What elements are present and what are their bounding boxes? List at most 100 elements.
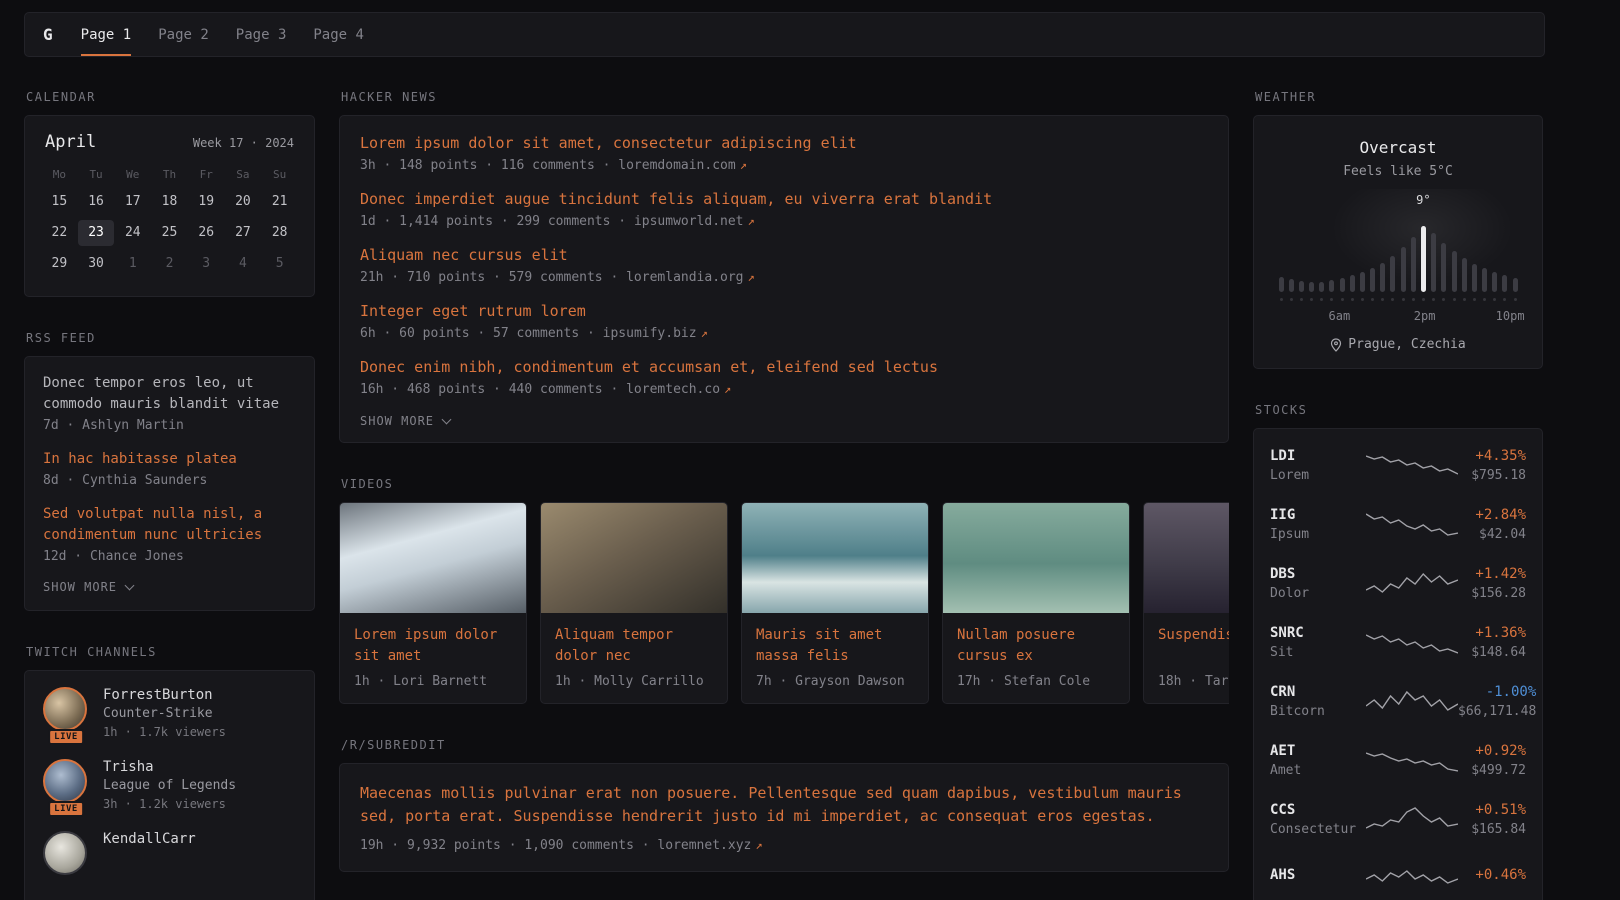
stock-row[interactable]: SNRC Sit +1.36% $148.64 bbox=[1270, 613, 1526, 672]
video-card[interactable]: Suspendisse diam 18h · Tara bbox=[1143, 502, 1229, 704]
hackernews-item-domain[interactable]: loremtech.co bbox=[626, 382, 720, 397]
rss-show-more-label: SHOW MORE bbox=[43, 580, 117, 594]
weather-bar bbox=[1411, 237, 1416, 292]
hackernews-item-domain[interactable]: ipsumify.biz bbox=[603, 326, 697, 341]
video-thumbnail[interactable] bbox=[541, 503, 727, 613]
calendar-dow-label: We bbox=[114, 168, 151, 181]
calendar-day: 29 bbox=[41, 251, 78, 277]
video-card[interactable]: Nullam posuere cursus ex 17h · Stefan Co… bbox=[942, 502, 1130, 704]
video-card[interactable]: Aliquam tempor dolor nec pharetra… 1h · … bbox=[540, 502, 728, 704]
video-card[interactable]: Lorem ipsum dolor sit amet consectetu… 1… bbox=[339, 502, 527, 704]
rss-card: Donec tempor eros leo, ut commodo mauris… bbox=[24, 356, 315, 611]
stock-ticker[interactable]: SNRC bbox=[1270, 625, 1366, 641]
weather-bar-column bbox=[1368, 217, 1378, 301]
hackernews-item-domain[interactable]: ipsumworld.net bbox=[634, 214, 744, 229]
video-card-body: Lorem ipsum dolor sit amet consectetu… 1… bbox=[340, 613, 526, 703]
twitch-channel-name[interactable]: KendallCarr bbox=[103, 831, 196, 847]
rss-show-more-button[interactable]: SHOW MORE bbox=[43, 580, 296, 594]
weather-bar bbox=[1370, 268, 1375, 292]
section-title-videos: VIDEOS bbox=[341, 477, 1229, 491]
weather-time-axis: 6am 2pm 10pm bbox=[1270, 309, 1526, 325]
stock-sparkline bbox=[1366, 627, 1458, 659]
stock-change: +1.42% bbox=[1458, 566, 1526, 582]
twitch-channel[interactable]: LIVE Trisha League of Legends 3h · 1.2k … bbox=[43, 759, 296, 811]
rss-item-title[interactable]: Sed volutpat nulla nisl, a condimentum n… bbox=[43, 504, 296, 546]
twitch-avatar-wrap: LIVE bbox=[43, 687, 89, 739]
video-thumbnail[interactable] bbox=[943, 503, 1129, 613]
stock-row[interactable]: CCS Consectetur +0.51% $165.84 bbox=[1270, 790, 1526, 849]
weather-bar-column bbox=[1307, 217, 1317, 301]
stock-sparkline bbox=[1366, 509, 1458, 541]
stock-identity: AET Amet bbox=[1270, 743, 1366, 778]
stock-values: +1.36% $148.64 bbox=[1458, 625, 1526, 660]
video-thumbnail[interactable] bbox=[742, 503, 928, 613]
stock-name: Ipsum bbox=[1270, 527, 1366, 542]
video-card[interactable]: Mauris sit amet massa felis 7h · Grayson… bbox=[741, 502, 929, 704]
weather-bar-dot bbox=[1290, 298, 1293, 301]
hackernews-item-title[interactable]: Aliquam nec cursus elit bbox=[360, 246, 1208, 264]
calendar-day: 19 bbox=[188, 189, 225, 215]
hackernews-item-domain[interactable]: loremlandia.org bbox=[626, 270, 743, 285]
stock-row[interactable]: CRN Bitcorn -1.00% $66,171.48 bbox=[1270, 672, 1526, 731]
hackernews-item-title[interactable]: Integer eget rutrum lorem bbox=[360, 302, 1208, 320]
stock-row[interactable]: LDI Lorem +4.35% $795.18 bbox=[1270, 436, 1526, 495]
external-link-icon: ↗ bbox=[701, 326, 708, 340]
subreddit-post-title[interactable]: Maecenas mollis pulvinar erat non posuer… bbox=[360, 782, 1208, 829]
hackernews-item-title[interactable]: Lorem ipsum dolor sit amet, consectetur … bbox=[360, 134, 1208, 152]
video-meta: 1h · Lori Barnett bbox=[354, 674, 512, 689]
stock-ticker[interactable]: AHS bbox=[1270, 867, 1366, 883]
rss-item-title[interactable]: Donec tempor eros leo, ut commodo mauris… bbox=[43, 373, 296, 415]
twitch-channel[interactable]: LIVE ForrestBurton Counter-Strike 1h · 1… bbox=[43, 687, 296, 739]
page-tab[interactable]: Page 4 bbox=[313, 13, 364, 56]
video-thumbnail[interactable] bbox=[340, 503, 526, 613]
stock-ticker[interactable]: DBS bbox=[1270, 566, 1366, 582]
twitch-channel-name[interactable]: ForrestBurton bbox=[103, 687, 226, 703]
calendar-day: 24 bbox=[114, 220, 151, 246]
right-column: WEATHER Overcast Feels like 5°C 9° bbox=[1253, 90, 1543, 900]
video-title[interactable]: Mauris sit amet massa felis bbox=[756, 625, 914, 667]
weather-bar-dot bbox=[1300, 298, 1303, 301]
video-card-body: Suspendisse diam 18h · Tara bbox=[1144, 613, 1229, 703]
hackernews-item-title[interactable]: Donec imperdiet augue tincidunt felis al… bbox=[360, 190, 1208, 208]
stock-row[interactable]: IIG Ipsum +2.84% $42.04 bbox=[1270, 495, 1526, 554]
stock-ticker[interactable]: CRN bbox=[1270, 684, 1366, 700]
topbar: G Page 1 Page 2 Page 3 Page 4 bbox=[24, 12, 1545, 57]
stock-ticker[interactable]: AET bbox=[1270, 743, 1366, 759]
weather-bar bbox=[1319, 282, 1324, 293]
calendar-day: 2 bbox=[151, 251, 188, 277]
video-card-body: Aliquam tempor dolor nec pharetra… 1h · … bbox=[541, 613, 727, 703]
hackernews-items: Lorem ipsum dolor sit amet, consectetur … bbox=[360, 134, 1208, 397]
section-title-subreddit: /R/SUBREDDIT bbox=[341, 738, 1229, 752]
stock-ticker[interactable]: IIG bbox=[1270, 507, 1366, 523]
stock-row[interactable]: DBS Dolor +1.42% $156.28 bbox=[1270, 554, 1526, 613]
page-tab[interactable]: Page 1 bbox=[81, 13, 132, 56]
weather-bar bbox=[1492, 272, 1497, 292]
stock-row[interactable]: AHS +0.46% bbox=[1270, 849, 1526, 900]
hackernews-item-meta: 16h · 468 points · 440 comments · loremt… bbox=[360, 382, 1208, 397]
page-tab[interactable]: Page 3 bbox=[236, 13, 287, 56]
rss-item-title[interactable]: In hac habitasse platea bbox=[43, 449, 296, 470]
page-tab[interactable]: Page 2 bbox=[158, 13, 209, 56]
app-logo[interactable]: G bbox=[43, 13, 81, 56]
stock-row[interactable]: AET Amet +0.92% $499.72 bbox=[1270, 731, 1526, 790]
video-thumbnail[interactable] bbox=[1144, 503, 1229, 613]
avatar bbox=[43, 831, 87, 875]
video-title[interactable]: Lorem ipsum dolor sit amet consectetu… bbox=[354, 625, 512, 667]
twitch-channel[interactable]: KendallCarr bbox=[43, 831, 296, 875]
stock-ticker[interactable]: CCS bbox=[1270, 802, 1366, 818]
dashboard-page: G Page 1 Page 2 Page 3 Page 4 CALENDAR A… bbox=[0, 0, 1620, 900]
weather-location-row: Prague, Czechia bbox=[1270, 337, 1526, 352]
subreddit-post-domain[interactable]: loremnet.xyz bbox=[657, 838, 751, 853]
video-title[interactable]: Nullam posuere cursus ex bbox=[957, 625, 1115, 667]
video-title[interactable]: Suspendisse diam bbox=[1158, 625, 1229, 667]
weather-bar-column bbox=[1449, 217, 1459, 301]
stock-ticker[interactable]: LDI bbox=[1270, 448, 1366, 464]
twitch-channel-name[interactable]: Trisha bbox=[103, 759, 236, 775]
middle-column: HACKER NEWS Lorem ipsum dolor sit amet, … bbox=[339, 90, 1229, 900]
section-title-weather: WEATHER bbox=[1255, 90, 1543, 104]
video-title[interactable]: Aliquam tempor dolor nec pharetra… bbox=[555, 625, 713, 667]
hackernews-item-domain[interactable]: loremdomain.com bbox=[618, 158, 735, 173]
hackernews-item-title[interactable]: Donec enim nibh, condimentum et accumsan… bbox=[360, 358, 1208, 376]
hackernews-show-more-button[interactable]: SHOW MORE bbox=[360, 414, 1208, 428]
weather-bar bbox=[1309, 282, 1314, 293]
